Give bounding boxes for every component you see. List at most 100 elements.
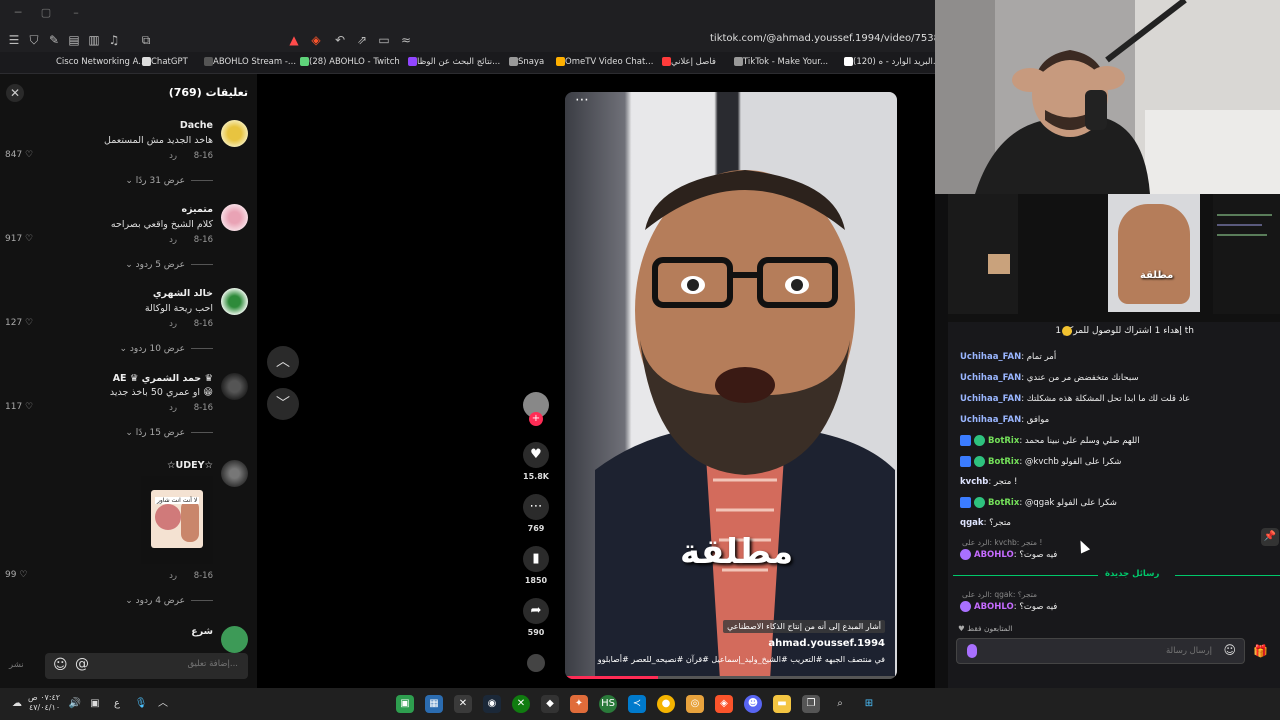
music-icon[interactable]: ♫ [106,32,122,48]
restore-icon[interactable]: ▢ [38,6,54,22]
video-progress-bar[interactable] [565,676,897,679]
like-count[interactable]: 99 ♡ [5,570,27,580]
epic-icon[interactable]: ◆ [541,695,559,713]
comment-username[interactable]: AE ♛ حمد الشمري ♛ [113,373,213,384]
pin-icon[interactable]: 📌 [1261,528,1279,546]
mic-icon[interactable] [967,644,977,658]
avatar[interactable] [221,288,248,315]
chat-input[interactable] [1012,646,1212,656]
emoji-icon[interactable]: ☺ [1223,643,1236,657]
next-video-button[interactable]: ﹀ [267,388,299,420]
bookmark-item[interactable]: فاصل إعلاني [658,57,716,67]
bookmark-item[interactable]: (28) ABOHLO - Twitch [296,57,400,67]
reply-button[interactable]: رد [169,319,177,329]
post-button[interactable]: نشر [9,660,24,670]
minimize-icon[interactable]: ─ [10,6,26,22]
save-action[interactable]: ▮ 1850 [523,546,549,585]
mention-icon[interactable]: @ [75,656,89,672]
avatar[interactable] [221,204,248,231]
comment-username[interactable]: شرع [191,626,213,637]
menu-icon[interactable]: ☰ [6,32,22,48]
bookmark-icon[interactable]: ▮ [523,546,549,572]
language-indicator[interactable]: ع [108,695,126,713]
bookmark-item[interactable]: TikTok - Make Your... [730,57,828,67]
vscode-icon[interactable]: ≺ [628,695,646,713]
music-disc-icon[interactable] [527,654,545,672]
search-icon[interactable]: ⌕ [831,695,849,713]
view-replies-button[interactable]: ⌄ عرض 15 ردًا [125,428,213,438]
emoji-icon[interactable]: ☺ [53,657,68,673]
app-icon-circle[interactable]: ◎ [686,695,704,713]
app-icon-xbox[interactable]: ✕ [454,695,472,713]
avatar[interactable] [221,120,248,147]
comment-icon[interactable]: ⋯ [523,494,549,520]
bookmark-item[interactable]: Snaya [505,57,544,67]
brave-icon[interactable]: ◈ [715,695,733,713]
view-replies-button[interactable]: ⌄ عرض 4 ردود [125,596,213,606]
app-icon-photos[interactable]: ▦ [425,695,443,713]
comment-username[interactable]: Dache [180,120,213,131]
wallet-icon[interactable]: ≈ [398,32,414,48]
bookmark-item[interactable]: ChatGPT [138,57,188,67]
bookmark-item[interactable]: ABOHLO Stream -... [200,57,296,67]
tabs-icon[interactable]: ▤ [66,32,82,48]
reply-button[interactable]: رد [169,403,177,413]
creator-avatar-action[interactable]: + [523,392,549,426]
share-icon[interactable]: ⇗ [354,32,370,48]
heart-icon[interactable]: ♥ [523,442,549,468]
comment-username[interactable]: متميزه [181,204,213,215]
steam-icon[interactable]: ◉ [483,695,501,713]
previous-video-button[interactable]: ︿ [267,346,299,378]
view-replies-button[interactable]: ⌄ عرض 31 ردًا [125,176,213,186]
sidebar-icon[interactable]: ▥ [86,32,102,48]
close-icon[interactable]: ✕ [6,84,24,102]
like-count[interactable]: 847 ♡ [5,150,33,160]
reply-button[interactable]: رد [169,151,177,161]
view-replies-button[interactable]: ⌄ عرض 10 ردود [119,344,213,354]
weather-icon[interactable]: ☁ [8,695,26,713]
bookmark-item[interactable]: نتائج البحث عن الوظا... [404,57,500,67]
video-author[interactable]: ahmad.youssef.1994 [768,638,885,649]
avatar[interactable] [221,460,248,487]
chat-input-box[interactable]: ☺ [956,638,1245,664]
file-explorer-icon[interactable]: ▬ [773,695,791,713]
back-icon[interactable]: ↶ [332,32,348,48]
like-count[interactable]: 117 ♡ [5,402,33,412]
reply-button[interactable]: رد [169,571,177,581]
follow-plus-icon[interactable]: + [529,412,543,426]
xbox-icon[interactable]: ✕ [512,695,530,713]
windows-start-icon[interactable]: ⊞ [860,695,878,713]
network-icon[interactable]: ▣ [86,695,104,713]
screenshot-icon[interactable]: ⧉ [138,32,154,48]
share-action[interactable]: ➦ 590 [523,598,549,637]
music-disc[interactable] [523,654,549,672]
comment-action[interactable]: ⋯ 769 [523,494,549,533]
gift-icon[interactable]: 🎁 [1253,644,1268,658]
view-replies-button[interactable]: ⌄ عرض 5 ردود [125,260,213,270]
avatar[interactable] [221,373,248,400]
task-view-icon[interactable]: ❐ [802,695,820,713]
microphone-icon[interactable]: 🎙 [132,695,150,713]
comment-username[interactable]: ☆UDEY☆ [167,460,213,471]
app-icon-orange[interactable]: ✦ [570,695,588,713]
like-action[interactable]: ♥ 15.8K [523,442,549,481]
share-icon[interactable]: ➦ [523,598,549,624]
clock[interactable]: ٠٧:٤٢ ص ٤٧/٠٤/١٠ [28,693,60,713]
tray-overflow-icon[interactable]: ︿ [154,695,172,713]
app-icon-green[interactable]: ▣ [396,695,414,713]
video-player[interactable]: ⋯ مطلقة أشار المبدع إلى أنه من إنتاج الذ… [565,92,897,679]
hs-icon[interactable]: HS [599,695,617,713]
reply-button[interactable]: رد [169,235,177,245]
extensions-icon[interactable]: ✎ [46,32,62,48]
cast-icon[interactable]: ▭ [376,32,392,48]
bookmark-item[interactable]: OmeTV Video Chat... [552,57,653,67]
like-count[interactable]: 127 ♡ [5,318,33,328]
bookmark-item[interactable]: Cisco Networking A... [56,57,146,67]
more-options-icon[interactable]: ⋯ [575,92,589,108]
like-count[interactable]: 917 ♡ [5,234,33,244]
warning-icon[interactable]: ▲ [286,32,302,48]
sticker-image[interactable]: لا أنت انت شاور [141,476,213,564]
close-window-icon[interactable]: – [68,6,84,22]
comment-input[interactable] [98,659,238,669]
bookmark-item[interactable]: (120) البريد الوارد - ه... [840,57,941,67]
